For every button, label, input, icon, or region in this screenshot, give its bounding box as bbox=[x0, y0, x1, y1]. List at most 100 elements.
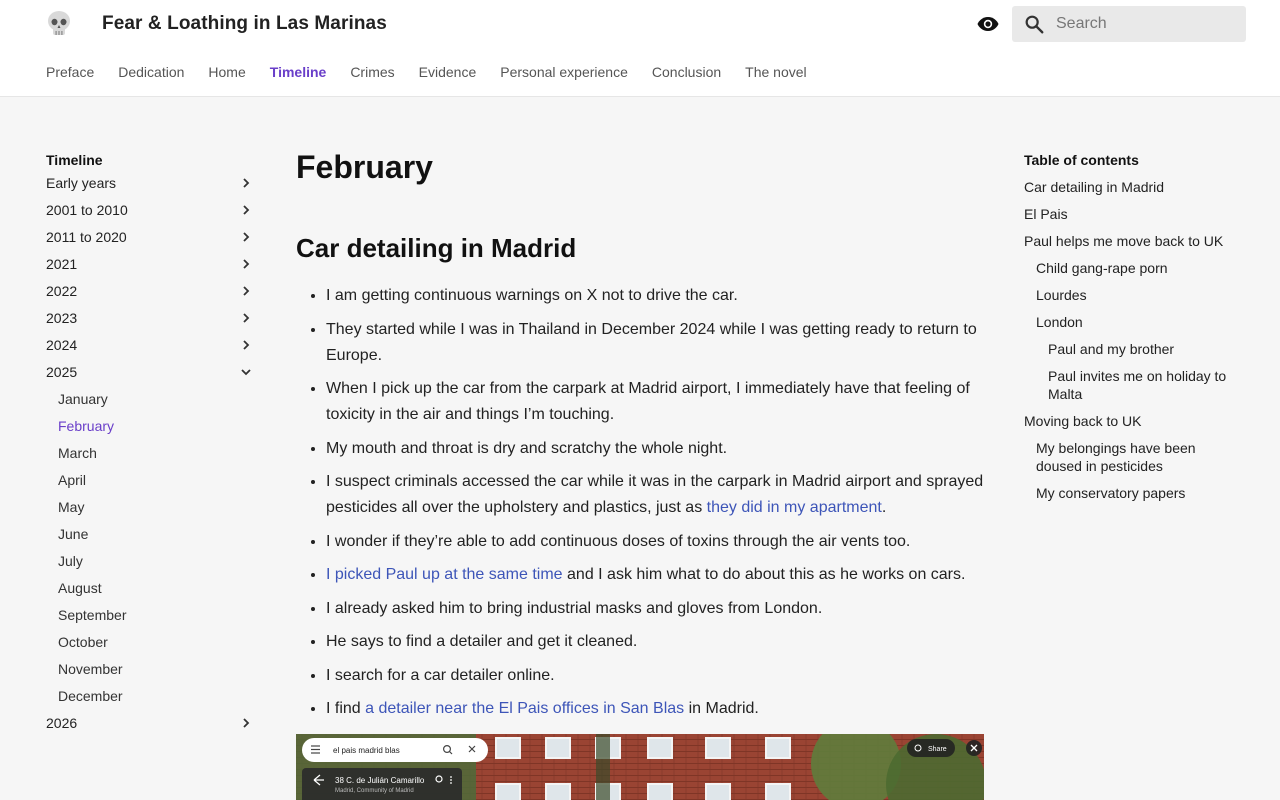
bullet-list: I am getting continuous warnings on X no… bbox=[296, 283, 986, 722]
bullet-text: I find bbox=[326, 700, 366, 717]
nav-month-november[interactable]: November bbox=[46, 656, 258, 683]
nav-item-label: 2022 bbox=[46, 283, 78, 299]
tab-evidence[interactable]: Evidence bbox=[419, 64, 477, 80]
inline-link[interactable]: a detailer near the El Pais offices in S… bbox=[365, 700, 684, 717]
chevron-right-icon bbox=[243, 313, 250, 323]
toc-item[interactable]: Car detailing in Madrid bbox=[1024, 178, 1240, 196]
tab-home[interactable]: Home bbox=[208, 64, 245, 80]
nav-title: Timeline bbox=[46, 152, 103, 168]
nav-item-label: Early years bbox=[46, 175, 117, 191]
search-icon bbox=[1025, 15, 1044, 34]
chevron-right-icon bbox=[243, 205, 250, 215]
table-of-contents: Table of contents Car detailing in Madri… bbox=[1024, 150, 1240, 511]
site-title[interactable]: Fear & Loathing in Las Marinas bbox=[102, 13, 387, 35]
nav-item-2001-to-2010[interactable]: 2001 to 2010 bbox=[46, 197, 258, 224]
bullet-item: I suspect criminals accessed the car whi… bbox=[326, 469, 986, 521]
nav-item-label: 2021 bbox=[46, 256, 78, 272]
nav-month-july[interactable]: July bbox=[46, 548, 258, 575]
tab-dedication[interactable]: Dedication bbox=[118, 64, 184, 80]
tab-conclusion[interactable]: Conclusion bbox=[652, 64, 721, 80]
nav-item-2011-to-2020[interactable]: 2011 to 2020 bbox=[46, 224, 258, 251]
inline-link[interactable]: they did in my apartment bbox=[707, 499, 882, 516]
toc-item[interactable]: El Pais bbox=[1024, 205, 1240, 223]
chevron-right-icon bbox=[243, 718, 250, 728]
bullet-text: I search for a car detailer online. bbox=[326, 666, 555, 684]
nav-item-2023[interactable]: 2023 bbox=[46, 305, 258, 332]
nav-month-september[interactable]: September bbox=[46, 602, 258, 629]
nav-item-2026[interactable]: 2026 bbox=[46, 710, 258, 737]
nav-month-march[interactable]: March bbox=[46, 440, 258, 467]
bullet-text: I already asked him to bring industrial … bbox=[326, 599, 823, 617]
nav-item-early-years[interactable]: Early years bbox=[46, 170, 258, 197]
street-view-address-sub: Madrid, Community of Madrid bbox=[335, 788, 414, 794]
bullet-item: When I pick up the car from the carpark … bbox=[326, 376, 986, 428]
nav-item-label: 2023 bbox=[46, 310, 78, 326]
skull-icon[interactable] bbox=[46, 10, 72, 38]
nav-item-2022[interactable]: 2022 bbox=[46, 278, 258, 305]
toc-item[interactable]: Paul invites me on holiday to Malta bbox=[1024, 367, 1240, 403]
section-heading: Car detailing in Madrid bbox=[296, 233, 577, 263]
bullet-item: They started while I was in Thailand in … bbox=[326, 317, 986, 369]
nav-month-december[interactable]: December bbox=[46, 683, 258, 710]
chevron-right-icon bbox=[243, 286, 250, 296]
toc-item[interactable]: London bbox=[1024, 313, 1240, 331]
bullet-text: . bbox=[881, 499, 887, 516]
main-content: February Car detailing in Madrid I am ge… bbox=[296, 147, 986, 730]
nav-month-october[interactable]: October bbox=[46, 629, 258, 656]
page-title: February bbox=[296, 149, 433, 185]
bullet-item: I picked Paul up at the same time and I … bbox=[326, 562, 986, 588]
toc-item[interactable]: Paul helps me move back to UK bbox=[1024, 232, 1240, 250]
nav-month-january[interactable]: January bbox=[46, 386, 258, 413]
bullet-item: I already asked him to bring industrial … bbox=[326, 596, 986, 622]
nav-item-2021[interactable]: 2021 bbox=[46, 251, 258, 278]
nav-month-june[interactable]: June bbox=[46, 521, 258, 548]
bullet-item: I am getting continuous warnings on X no… bbox=[326, 283, 986, 309]
street-view-screenshot: el pais madrid blas 38 C. de Julián Cama… bbox=[296, 734, 984, 800]
tab-the-novel[interactable]: The novel bbox=[745, 64, 806, 80]
tab-preface[interactable]: Preface bbox=[46, 64, 94, 80]
bullet-item: He says to find a detailer and get it cl… bbox=[326, 629, 986, 655]
chevron-right-icon bbox=[243, 178, 250, 188]
nav-month-april[interactable]: April bbox=[46, 467, 258, 494]
tab-personal-experience[interactable]: Personal experience bbox=[500, 64, 628, 80]
nav-month-february[interactable]: February bbox=[46, 413, 258, 440]
chevron-right-icon bbox=[243, 340, 250, 350]
top-tabs: Preface Dedication Home Timeline Crimes … bbox=[46, 64, 807, 80]
bullet-item: I wonder if they’re able to add continuo… bbox=[326, 529, 986, 555]
bullet-text: and I ask him what to do about this as h… bbox=[562, 566, 966, 583]
nav-item-2025[interactable]: 2025 bbox=[46, 359, 258, 386]
toc-item[interactable]: Moving back to UK bbox=[1024, 412, 1240, 430]
toc-title: Table of contents bbox=[1024, 152, 1139, 168]
nav-item-label: 2024 bbox=[46, 337, 78, 353]
nav-month-august[interactable]: August bbox=[46, 575, 258, 602]
bullet-text: He says to find a detailer and get it cl… bbox=[326, 633, 638, 650]
left-nav: Timeline Early years 2001 to 2010 2011 to … bbox=[46, 150, 258, 737]
nav-item-label: 2026 bbox=[46, 715, 78, 731]
toc-item[interactable]: Child gang-rape porn bbox=[1024, 259, 1240, 277]
toc-item[interactable]: My conservatory papers bbox=[1024, 484, 1240, 502]
bullet-item: I search for a car detailer online. bbox=[326, 663, 986, 689]
nav-item-label: 2001 to 2010 bbox=[46, 202, 128, 218]
street-view-image: el pais madrid blas 38 C. de Julián Cama… bbox=[296, 734, 984, 800]
site-header: Fear & Loathing in Las Marinas Preface D… bbox=[0, 0, 1280, 97]
eye-icon[interactable] bbox=[976, 12, 1000, 36]
street-view-search-text: el pais madrid blas bbox=[333, 746, 400, 755]
search-box[interactable] bbox=[1012, 6, 1246, 42]
bullet-item: My mouth and throat is dry and scratchy … bbox=[326, 436, 986, 462]
nav-month-may[interactable]: May bbox=[46, 494, 258, 521]
tab-crimes[interactable]: Crimes bbox=[350, 64, 394, 80]
toc-item[interactable]: My belongings have been doused in pestic… bbox=[1024, 439, 1240, 475]
toc-item[interactable]: Lourdes bbox=[1024, 286, 1240, 304]
street-view-share: Share bbox=[928, 746, 947, 753]
bullet-text: I am getting continuous warnings on X no… bbox=[326, 287, 738, 304]
nav-item-2024[interactable]: 2024 bbox=[46, 332, 258, 359]
bullet-text: They started while I was in Thailand in … bbox=[326, 320, 977, 364]
toc-item[interactable]: Paul and my brother bbox=[1024, 340, 1240, 358]
inline-link[interactable]: I picked Paul up at the same time bbox=[326, 566, 563, 583]
bullet-item: I find a detailer near the El Pais offic… bbox=[326, 696, 986, 722]
search-input[interactable] bbox=[1056, 6, 1236, 42]
tab-timeline[interactable]: Timeline bbox=[270, 64, 327, 80]
chevron-down-icon bbox=[241, 369, 251, 376]
street-view-address: 38 C. de Julián Camarillo bbox=[335, 776, 425, 785]
bullet-text: I wonder if they’re able to add continuo… bbox=[326, 532, 911, 550]
